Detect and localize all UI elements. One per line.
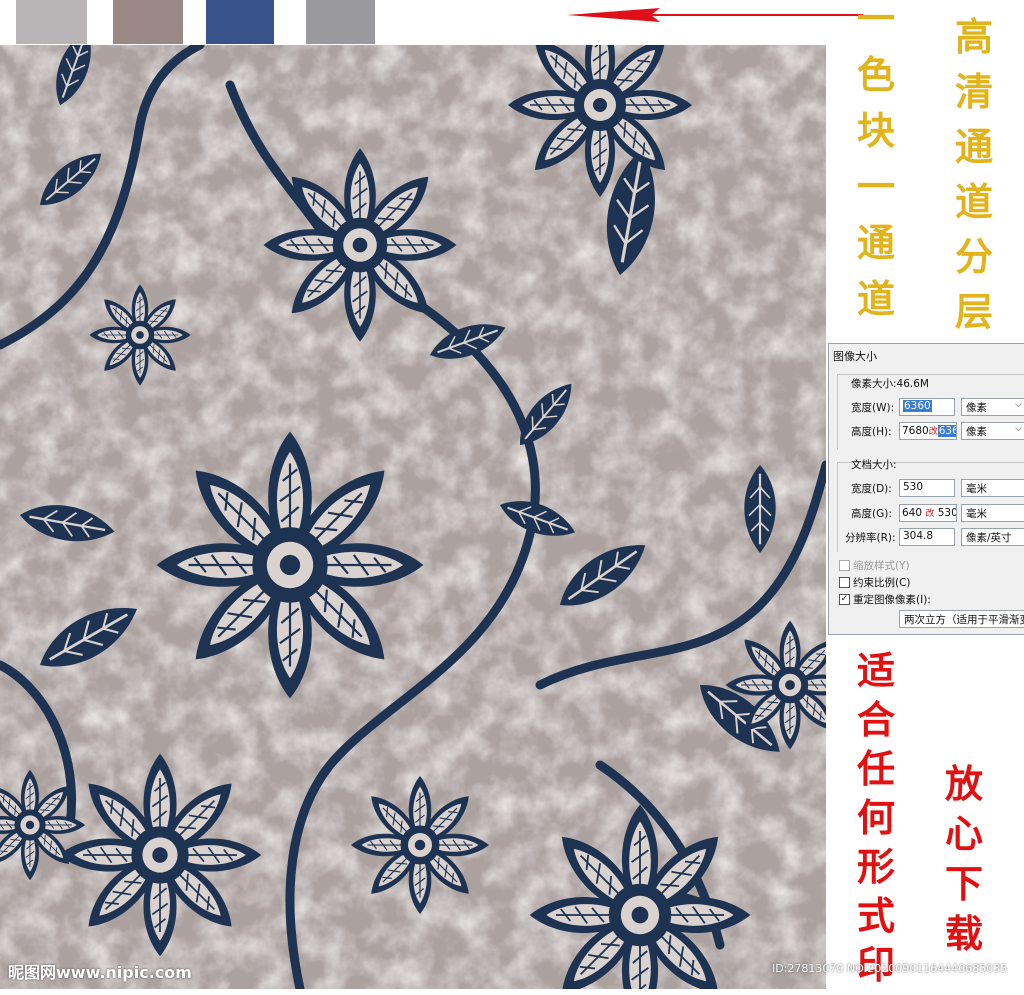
constrain-proportions-checkbox[interactable] — [839, 577, 850, 588]
col-one-char: 色 — [856, 52, 895, 97]
col-hd-char: 高 — [954, 14, 993, 59]
edit-mark-icon: 改 — [928, 427, 938, 437]
col-hd-char: 分 — [954, 234, 993, 279]
col-hd-char: 通 — [954, 124, 993, 169]
dialog-title: 图像大小 — [833, 350, 877, 363]
doc-height-unit-select[interactable]: 毫米 — [961, 504, 1024, 522]
color-swatch-4 — [306, 0, 375, 44]
col-safe-char: 放 — [944, 761, 983, 806]
doc-height-label: 高度(G): — [851, 508, 892, 520]
image-size-dialog: 图像大小 像素大小:46.6M 宽度(W): 6360 像素 ⌵ 高度(H): 7… — [828, 343, 1024, 635]
width-label: 宽度(W): — [851, 402, 895, 414]
col-fit-char: 合 — [856, 697, 895, 742]
col-fit-char: 何 — [856, 795, 895, 840]
col-safe-char: 载 — [944, 911, 983, 956]
constrain-proportions-label: 约束比例(C) — [853, 577, 911, 589]
resample-image-label: 重定图像像素(I): — [853, 594, 931, 606]
scale-styles-label: 缩放样式(Y) — [853, 560, 910, 572]
chevron-down-icon: ⌵ — [1015, 424, 1022, 434]
col-fit-char: 任 — [856, 746, 895, 791]
edit-mark-icon: 改 — [925, 509, 935, 519]
resolution-label: 分辨率(R): — [845, 532, 896, 544]
resolution-input[interactable]: 304.8 — [899, 528, 955, 546]
col-hd-char: 道 — [954, 179, 993, 224]
pixel-size-group-border — [837, 374, 1024, 375]
chevron-down-icon: ⌵ — [1015, 400, 1022, 410]
col-safe-char: 心 — [944, 811, 983, 856]
height-unit-select[interactable]: 像素 ⌵ — [961, 422, 1024, 440]
resample-image-checkbox[interactable]: ✓ — [839, 594, 850, 605]
doc-width-input[interactable]: 530 — [899, 479, 955, 497]
color-swatch-2 — [113, 0, 183, 44]
promo-text-hd-layers: 高清通道分层 — [950, 18, 998, 348]
col-fit-char: 适 — [856, 648, 895, 693]
col-one-char: 通 — [856, 220, 895, 265]
col-one-char: 一 — [856, 164, 895, 209]
col-fit-char: 形 — [856, 844, 895, 889]
watermark-site: 昵图网www.nipic.com — [8, 963, 192, 982]
col-one-char: 一 — [856, 0, 895, 41]
doc-size-label: 文档大小: — [851, 459, 897, 471]
col-one-char: 块 — [856, 108, 895, 153]
height-input[interactable]: 7680改6360 — [899, 422, 957, 440]
pixel-size-group-border-left — [837, 374, 838, 450]
width-input[interactable]: 6360 — [899, 398, 955, 416]
height-label: 高度(H): — [851, 426, 892, 438]
col-one-char: 道 — [856, 276, 895, 321]
floral-pattern-image — [0, 45, 826, 989]
color-swatch-3 — [206, 0, 274, 44]
width-unit-select[interactable]: 像素 ⌵ — [961, 398, 1024, 416]
col-hd-char: 层 — [954, 289, 993, 334]
watermark-id: ID:27813070 NO:20200901164440685035 — [772, 962, 1008, 975]
promo-text-any-print: 适合任何形式印 — [852, 652, 900, 995]
col-fit-char: 式 — [856, 893, 895, 938]
left-arrow-icon — [567, 8, 863, 22]
pixel-size-label: 像素大小:46.6M — [851, 378, 929, 390]
promo-text-safe-download: 放心下载 — [940, 765, 988, 965]
color-swatch-1 — [16, 0, 87, 44]
doc-height-input[interactable]: 640 改 530 — [899, 504, 957, 522]
doc-width-label: 宽度(D): — [851, 483, 892, 495]
scale-styles-checkbox[interactable] — [839, 560, 850, 571]
col-safe-char: 下 — [944, 861, 983, 906]
col-hd-char: 清 — [954, 69, 993, 114]
doc-size-group-border-left — [837, 462, 838, 552]
promo-text-one-channel: 一色块一通道 — [852, 0, 900, 336]
resample-method-select[interactable]: 两次立方（适用于平滑渐变 — [899, 610, 1024, 628]
resolution-unit-select[interactable]: 像素/英寸 — [961, 528, 1024, 546]
doc-width-unit-select[interactable]: 毫米 — [961, 479, 1024, 497]
